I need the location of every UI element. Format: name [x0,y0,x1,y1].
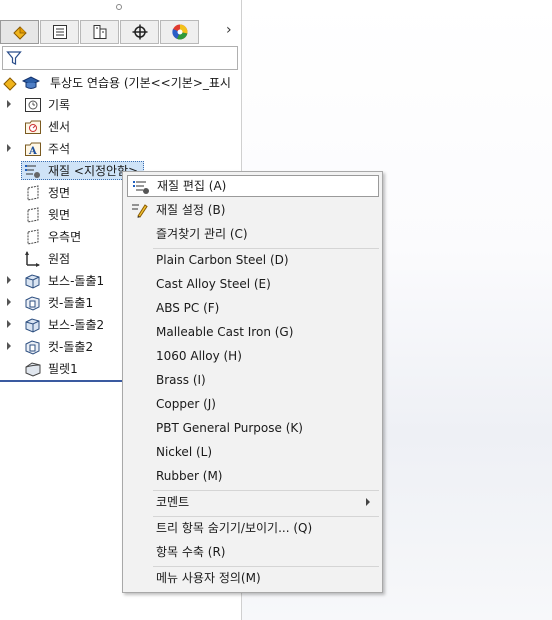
tree-item-label: 주석 [48,142,71,156]
tab-displaymanager[interactable] [160,20,199,44]
tab-configurationmanager[interactable] [80,20,119,44]
tree-item-label: 우측면 [48,230,82,244]
menu-item-material-copper[interactable]: Copper (J) [123,393,382,415]
menu-item-label: 트리 항목 숨기기/보이기... (Q) [156,521,313,535]
sensor-icon [24,119,42,135]
menu-item-label: Brass (I) [156,373,206,387]
graduation-cap-icon [22,75,40,91]
cut-extrude-icon [24,339,42,355]
expand-arrow-icon[interactable] [7,100,11,108]
tab-propertymanager[interactable] [40,20,79,44]
fillet-icon [24,361,42,377]
tree-item-label: 센서 [48,120,71,134]
menu-item-label: 즐겨찾기 관리 (C) [156,227,248,241]
menu-item-label: 코멘트 [156,495,190,509]
tree-item-label: 필렛1 [48,362,78,376]
menu-item-collapse-items[interactable]: 항목 수축 (R) [123,541,382,563]
tree-item-label: 컷-돌출2 [48,340,94,354]
menu-item-hide-show-tree-items[interactable]: 트리 항목 숨기기/보이기... (Q) [123,517,382,539]
boss-extrude-icon [24,317,42,333]
propertymanager-icon [52,25,67,39]
tabs-scroll-right-icon[interactable]: › [226,22,232,38]
menu-item-label: Cast Alloy Steel (E) [156,277,271,291]
menu-item-label: Nickel (L) [156,445,213,459]
edit-material-icon [133,181,149,194]
menu-item-comment[interactable]: 코멘트 [123,491,382,513]
menu-item-label: 메뉴 사용자 정의(M) [156,571,261,585]
expand-arrow-icon[interactable] [7,320,11,328]
menu-item-label: Rubber (M) [156,469,223,483]
history-icon [24,97,42,113]
origin-icon [24,251,42,267]
boss-extrude-icon [24,273,42,289]
expand-arrow-icon[interactable] [7,144,11,152]
menu-item-customize-menu[interactable]: 메뉴 사용자 정의(M) [123,567,382,589]
tree-root-label: 투상도 연습용 (기본<<기본>_표시 [50,76,231,90]
menu-item-label: 재질 편집 (A) [157,179,227,193]
tree-root[interactable]: 투상도 연습용 (기본<<기본>_표시 [0,72,241,94]
menu-item-label: ABS PC (F) [156,301,220,315]
menu-item-label: Malleable Cast Iron (G) [156,325,294,339]
manager-tabs: › [0,20,241,44]
menu-item-edit-material[interactable]: 재질 편집 (A) [127,175,379,197]
expand-arrow-icon[interactable] [7,342,11,350]
rollback-bar[interactable] [0,380,123,382]
menu-item-label: 항목 수축 (R) [156,545,226,559]
tree-item-history[interactable]: 기록 [0,94,241,116]
tree-item-label: 보스-돌출2 [48,318,105,332]
material-icon [24,163,42,179]
tab-dimxpertmanager[interactable] [120,20,159,44]
menu-item-material-plain-carbon-steel[interactable]: Plain Carbon Steel (D) [123,249,382,271]
tab-featuremanager[interactable] [0,20,39,44]
plane-icon [24,229,42,245]
tree-item-label: 컷-돌출1 [48,296,94,310]
svg-text:A: A [28,146,37,157]
panel-grip-icon[interactable] [116,4,122,10]
menu-item-material-1060-alloy[interactable]: 1060 Alloy (H) [123,345,382,367]
menu-item-material-brass[interactable]: Brass (I) [123,369,382,391]
expand-arrow-icon[interactable] [7,276,11,284]
tree-filter-input[interactable] [2,46,238,70]
menu-item-label: Copper (J) [156,397,216,411]
tree-item-label: 보스-돌출1 [48,274,105,288]
featuremanager-icon [12,26,27,40]
context-menu: 재질 편집 (A) 재질 설정 (B) 즐겨찾기 관리 (C) Plain Ca… [122,171,383,593]
menu-item-label: Plain Carbon Steel (D) [156,253,289,267]
submenu-arrow-icon [366,498,370,506]
menu-item-label: 1060 Alloy (H) [156,349,242,363]
menu-item-material-cast-alloy-steel[interactable]: Cast Alloy Steel (E) [123,273,382,295]
plane-icon [24,185,42,201]
menu-item-material-nickel[interactable]: Nickel (L) [123,441,382,463]
part-icon [2,75,20,91]
displaymanager-icon [171,24,187,40]
expand-arrow-icon[interactable] [7,298,11,306]
tree-item-label: 원점 [48,252,71,266]
menu-item-label: 재질 설정 (B) [156,203,226,217]
configurationmanager-icon [93,25,106,39]
tree-item-label: 윗면 [48,208,71,222]
menu-item-material-rubber[interactable]: Rubber (M) [123,465,382,487]
crosshair-icon [132,24,147,40]
filter-icon [6,51,22,65]
menu-item-material-malleable-cast-iron[interactable]: Malleable Cast Iron (G) [123,321,382,343]
plane-icon [24,207,42,223]
tree-item-sensor[interactable]: 센서 [0,116,241,138]
cut-extrude-icon [24,295,42,311]
annotation-icon: A [24,141,42,157]
tree-item-label: 정면 [48,186,71,200]
configure-material-icon [132,204,148,218]
menu-item-material-abs-pc[interactable]: ABS PC (F) [123,297,382,319]
menu-item-material-pbt[interactable]: PBT General Purpose (K) [123,417,382,439]
tree-item-label: 기록 [48,98,71,112]
menu-item-manage-favorites[interactable]: 즐겨찾기 관리 (C) [123,223,382,245]
menu-item-label: PBT General Purpose (K) [156,421,303,435]
menu-item-configure-material[interactable]: 재질 설정 (B) [123,199,382,221]
tree-item-annotations[interactable]: A 주석 [0,138,241,160]
